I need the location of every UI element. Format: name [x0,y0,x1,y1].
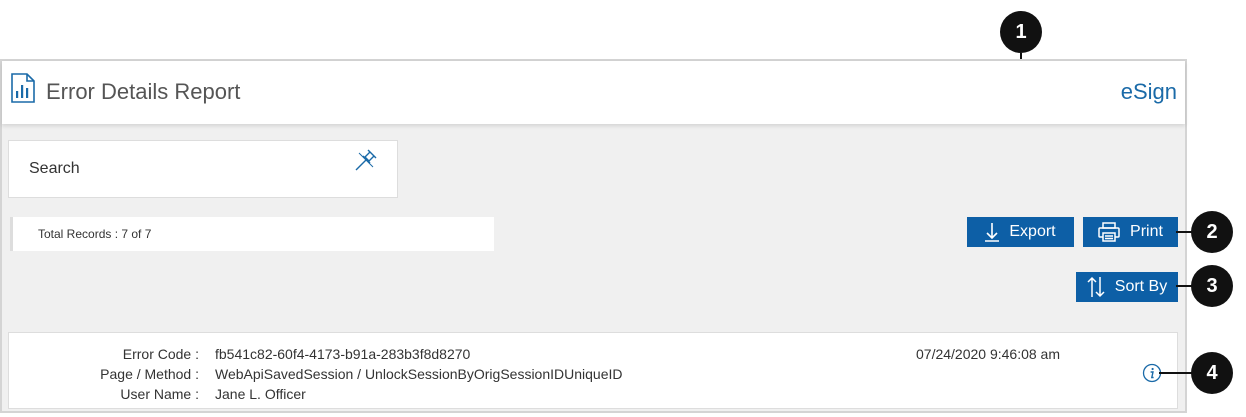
callout-4-leader [1159,372,1192,374]
sort-by-button[interactable]: Sort By [1076,272,1178,302]
callout-1: 1 [1000,11,1042,53]
total-records-text: Total Records : 7 of 7 [38,227,152,241]
page-title: Error Details Report [46,79,241,104]
callout-3-leader [1176,285,1192,287]
callout-3: 3 [1191,265,1233,307]
error-code-label: Error Code : [122,346,199,362]
bar-chart-report-icon [11,73,35,103]
brand-link[interactable]: eSign [1121,79,1177,105]
user-name-value: Jane L. Officer [215,386,306,402]
report-window: Error Details Report eSign Search Total … [0,59,1187,413]
pin-icon[interactable] [353,147,379,173]
export-label: Export [1009,223,1056,240]
print-button[interactable]: Print [1083,217,1178,247]
report-header: Error Details Report eSign [2,61,1185,124]
total-records-bar: Total Records : 7 of 7 [10,217,494,251]
sort-arrows-icon [1087,276,1105,298]
export-button[interactable]: Export [967,217,1074,247]
print-label: Print [1130,223,1163,240]
download-icon [985,223,1000,242]
search-label: Search [29,160,80,177]
page-method-label: Page / Method : [100,366,199,382]
printer-icon [1098,222,1120,242]
record-timestamp: 07/24/2020 9:46:08 am [916,346,1061,362]
user-name-label: User Name : [120,386,199,402]
error-record-row[interactable]: Error Code : fb541c82-60f4-4173-b91a-283… [8,332,1178,409]
callout-4: 4 [1191,352,1233,394]
error-code-value: fb541c82-60f4-4173-b91a-283b3f8d8270 [215,346,471,362]
callout-2: 2 [1191,211,1233,253]
sort-by-label: Sort By [1114,278,1168,295]
page-method-value: WebApiSavedSession / UnlockSessionByOrig… [215,366,623,382]
callout-2-leader [1176,231,1192,233]
search-panel[interactable]: Search [8,140,398,198]
